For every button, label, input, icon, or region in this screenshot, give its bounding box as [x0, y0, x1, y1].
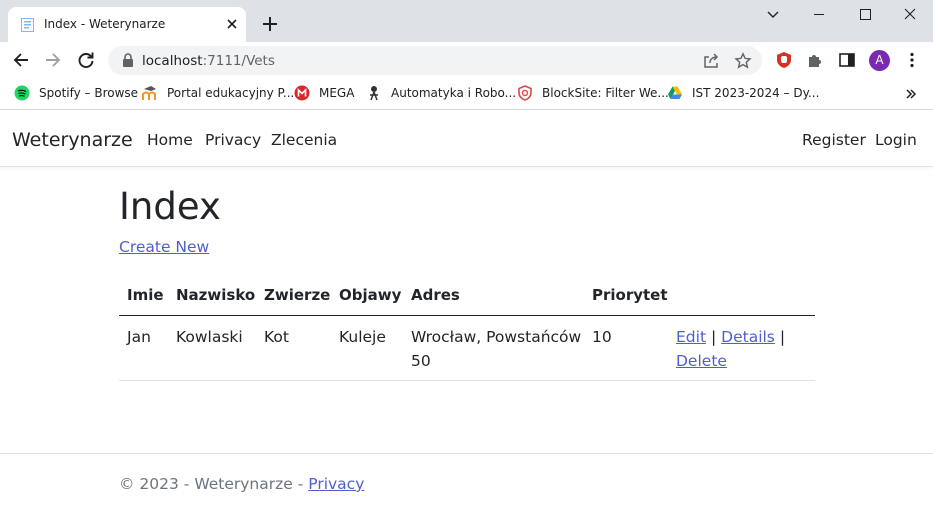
side-panel-icon[interactable] — [838, 51, 856, 69]
moodle-icon — [142, 86, 156, 100]
nav-link-register[interactable]: Register — [802, 131, 866, 149]
footer-privacy-link[interactable]: Privacy — [308, 475, 364, 493]
bookmark-label: IST 2023-2024 – Dy... — [692, 86, 820, 100]
mega-icon — [294, 85, 310, 101]
back-arrow-icon[interactable] — [10, 49, 32, 71]
column-header-objawy: Objawy — [339, 286, 402, 304]
table-header-divider — [119, 315, 815, 316]
reload-icon[interactable] — [75, 49, 97, 71]
column-header-nazwisko: Nazwisko — [176, 286, 256, 304]
table-row-divider — [119, 380, 815, 381]
bookmark-label: Spotify – Browse — [39, 86, 139, 100]
nav-link-privacy[interactable]: Privacy — [205, 131, 261, 149]
shield-icon — [518, 85, 532, 101]
create-new-link[interactable]: Create New — [119, 238, 209, 256]
action-separator: | — [779, 328, 786, 346]
bookmark-mega[interactable]: MEGA — [294, 84, 354, 102]
cell-adres-line2: 50 — [411, 352, 431, 370]
column-header-priorytet: Priorytet — [592, 286, 668, 304]
footer: © 2023 - Weterynarze - Privacy — [119, 475, 364, 493]
bookmark-label: Portal edukacyjny P... — [167, 86, 295, 100]
bookmark-label: MEGA — [319, 86, 355, 100]
profile-avatar[interactable]: A — [869, 50, 890, 71]
share-icon[interactable] — [702, 52, 720, 70]
details-link[interactable]: Details — [721, 328, 775, 346]
footer-divider — [0, 453, 933, 454]
chevron-down-icon[interactable] — [750, 0, 796, 30]
bookmark-automatyka[interactable]: Automatyka i Robo... — [366, 84, 516, 102]
kebab-menu-icon[interactable] — [903, 51, 921, 69]
bookmark-portal[interactable]: Portal edukacyjny P... — [142, 84, 294, 102]
bookmark-ist[interactable]: IST 2023-2024 – Dy... — [667, 84, 819, 102]
cell-imie: Jan — [127, 328, 151, 346]
window-close-icon[interactable] — [887, 0, 933, 30]
maximize-icon[interactable] — [842, 0, 888, 30]
cell-zwierze: Kot — [264, 328, 289, 346]
cell-adres-line1: Wrocław, Powstańców — [411, 328, 582, 346]
address-bar[interactable]: localhost:7111/Vets — [108, 46, 762, 75]
edit-link[interactable]: Edit — [676, 328, 706, 346]
cell-priorytet: 10 — [592, 328, 612, 346]
url-host: localhost — [142, 53, 203, 69]
footer-text: © 2023 - Weterynarze - — [119, 475, 309, 493]
bookmark-label: Automatyka i Robo... — [391, 86, 517, 100]
row-actions: Edit | Details | — [676, 325, 785, 349]
robot-icon — [370, 86, 378, 101]
adblock-icon[interactable] — [775, 51, 793, 69]
site-navbar: Weterynarze Home Privacy Zlecenia Regist… — [0, 110, 933, 167]
nav-link-home[interactable]: Home — [147, 131, 193, 149]
cell-objawy: Kuleje — [339, 328, 386, 346]
navbar-brand[interactable]: Weterynarze — [12, 129, 133, 151]
column-header-imie: Imie — [127, 286, 164, 304]
bookmark-blocksite[interactable]: BlockSite: Filter We... — [517, 84, 669, 102]
nav-link-zlecenia[interactable]: Zlecenia — [271, 131, 337, 149]
tab-title: Index - Weterynarze — [44, 17, 166, 31]
nav-link-login[interactable]: Login — [875, 131, 917, 149]
page-title: Index — [119, 185, 221, 228]
spotify-icon — [14, 85, 30, 101]
drive-icon — [668, 86, 682, 99]
bookmark-spotify[interactable]: Spotify – Browse — [14, 84, 138, 102]
forward-arrow-icon[interactable] — [42, 49, 64, 71]
page-icon — [21, 18, 34, 32]
close-icon[interactable] — [222, 14, 242, 34]
cell-nazwisko: Kowlaski — [176, 328, 243, 346]
url-text[interactable]: localhost:7111/Vets — [142, 53, 275, 69]
url-path: :7111/Vets — [202, 53, 275, 69]
lock-icon[interactable] — [122, 53, 134, 67]
minimize-icon[interactable] — [796, 0, 842, 30]
bookmark-label: BlockSite: Filter We... — [542, 86, 669, 100]
double-chevron-right-icon[interactable] — [904, 87, 918, 101]
delete-link[interactable]: Delete — [676, 349, 727, 373]
bookmarks-bar: Spotify – Browse Portal edukacyjny P... … — [0, 78, 933, 110]
puzzle-icon[interactable] — [806, 51, 824, 69]
column-header-adres: Adres — [411, 286, 460, 304]
browser-toolbar: localhost:7111/Vets A — [0, 42, 933, 78]
action-separator: | — [710, 328, 717, 346]
browser-tab[interactable]: Index - Weterynarze — [8, 7, 246, 42]
star-icon[interactable] — [734, 52, 752, 70]
plus-icon[interactable] — [260, 14, 280, 34]
tab-strip: Index - Weterynarze — [0, 0, 933, 42]
column-header-zwierze: Zwierze — [264, 286, 331, 304]
